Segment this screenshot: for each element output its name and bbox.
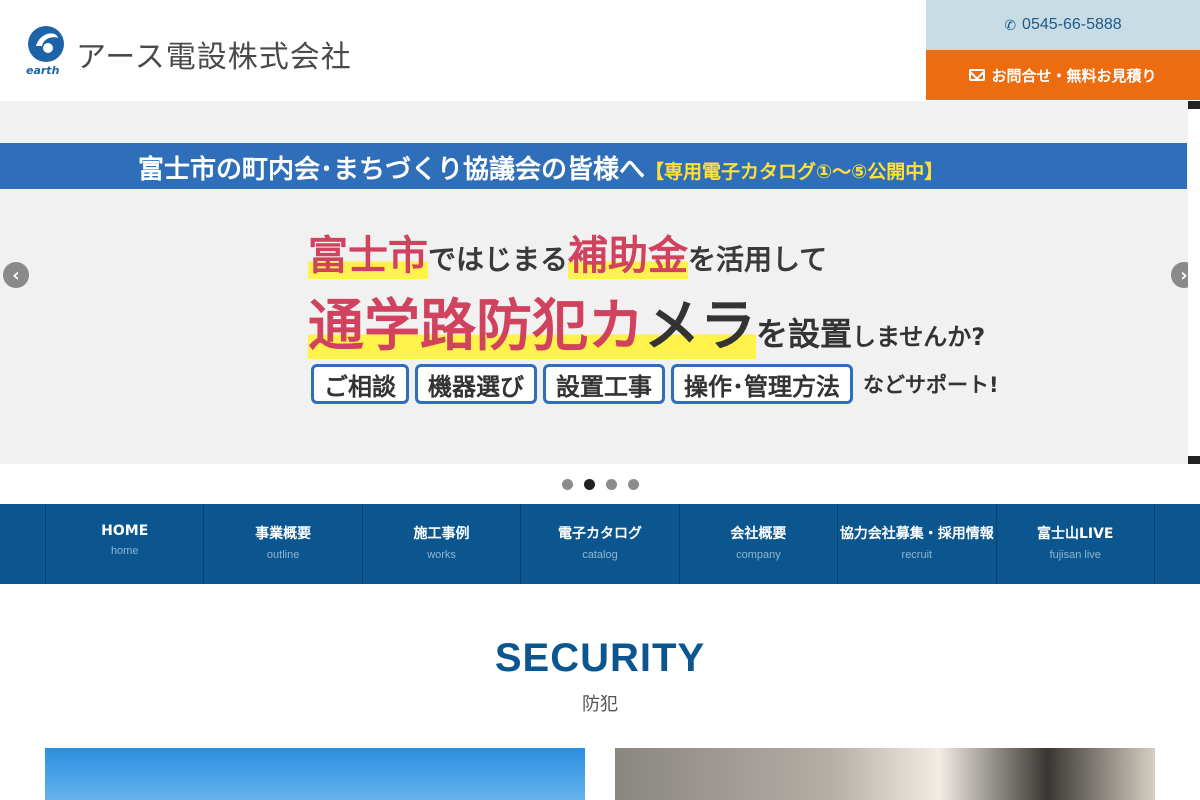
copy-secchi: を設置 bbox=[756, 315, 853, 353]
global-nav: HOME home 事業概要 outline 施工事例 works 電子カタログ… bbox=[0, 504, 1200, 584]
slider-prev-arrow-icon[interactable]: ‹ bbox=[3, 262, 29, 288]
nav-sub: works bbox=[427, 549, 456, 561]
nav-label: 協力会社募集・採用情報 bbox=[839, 526, 994, 542]
copy-ka: カ bbox=[588, 294, 644, 359]
band-highlight-text: 【専用電子カタログ①～⑤公開中】 bbox=[645, 161, 944, 183]
tag-equipment: 機器選び bbox=[415, 364, 537, 404]
site-header: earth アース電設株式会社 ✆ 0545-66-5888 お問合せ・無料お見… bbox=[0, 0, 1200, 101]
section-title: SECURITY bbox=[494, 636, 706, 680]
nav-item-catalog[interactable]: 電子カタログ catalog bbox=[520, 504, 678, 584]
nav-item-recruit[interactable]: 協力会社募集・採用情報 recruit bbox=[837, 504, 995, 584]
hero-slider[interactable]: 富士市の町内会･まちづくり協議会の皆様へ【専用電子カタログ①～⑤公開中】 富士市… bbox=[0, 101, 1200, 464]
nav-item-outline[interactable]: 事業概要 outline bbox=[203, 504, 361, 584]
slide-banner-text: 富士市の町内会･まちづくり協議会の皆様へ【専用電子カタログ①～⑤公開中】 bbox=[138, 149, 943, 186]
nav-item-company[interactable]: 会社概要 company bbox=[678, 504, 837, 584]
section-subtitle: 防犯 bbox=[582, 694, 618, 715]
envelope-icon bbox=[969, 69, 986, 81]
tag-installation: 設置工事 bbox=[543, 364, 665, 404]
copy-hajimaru: ではじまる bbox=[428, 243, 569, 276]
copy-school-route: 通学路 bbox=[308, 294, 476, 359]
nav-item-works[interactable]: 施工事例 works bbox=[361, 504, 520, 584]
slider-dot[interactable] bbox=[605, 479, 617, 490]
phone-link[interactable]: ✆ 0545-66-5888 bbox=[926, 0, 1200, 50]
company-name: アース電設株式会社 bbox=[76, 40, 352, 75]
nav-item-fujisan-live[interactable]: 富士山LIVE fujisan live bbox=[995, 504, 1155, 584]
nav-label: 会社概要 bbox=[730, 526, 787, 542]
copy-subsidy: 補助金 bbox=[568, 233, 689, 279]
slide-headline-2: 通学路防犯カメラを設置しませんか? bbox=[308, 281, 985, 362]
nav-item-home[interactable]: HOME home bbox=[45, 504, 203, 584]
nav-label: 電子カタログ bbox=[557, 526, 642, 542]
nav-sub: recruit bbox=[901, 549, 933, 561]
slider-dot[interactable] bbox=[627, 479, 639, 490]
nav-sub: outline bbox=[266, 549, 300, 561]
slide-banner-band: 富士市の町内会･まちづくり協議会の皆様へ【専用電子カタログ①～⑤公開中】 bbox=[0, 143, 1187, 189]
contact-label: お問合せ・無料お見積り bbox=[991, 66, 1157, 85]
nav-sub: fujisan live bbox=[1049, 549, 1101, 561]
nav-label: 施工事例 bbox=[413, 526, 470, 542]
tags-tail-text: などサポート! bbox=[863, 373, 999, 397]
support-tags: ご相談 機器選び 設置工事 操作･管理方法 などサポート! bbox=[311, 364, 999, 404]
copy-katsuyou: を活用して bbox=[688, 243, 828, 276]
nav-sub: company bbox=[736, 549, 781, 561]
slider-edge bbox=[1188, 101, 1200, 464]
nav-label: 事業概要 bbox=[255, 526, 312, 542]
copy-shimasenka: しませんか? bbox=[852, 323, 986, 351]
nav-sub: catalog bbox=[582, 549, 618, 561]
copy-fuji-city: 富士市 bbox=[308, 233, 428, 279]
band-main-text: 富士市の町内会･まちづくり協議会の皆様へ bbox=[138, 155, 646, 185]
contact-button[interactable]: お問合せ・無料お見積り bbox=[926, 50, 1200, 100]
security-card-image-2[interactable] bbox=[615, 748, 1155, 800]
slider-dot[interactable] bbox=[561, 479, 573, 490]
slider-pagination bbox=[0, 479, 1200, 490]
copy-crime-prevention: 防犯 bbox=[476, 294, 588, 359]
nav-sub: home bbox=[110, 545, 139, 557]
company-logo[interactable]: earth アース電設株式会社 bbox=[26, 24, 376, 80]
phone-number: 0545-66-5888 bbox=[1022, 16, 1122, 33]
slider-dot[interactable] bbox=[583, 479, 595, 490]
nav-label: HOME bbox=[101, 523, 149, 539]
slide-headline-1: 富士市ではじまる補助金を活用して bbox=[308, 223, 827, 281]
phone-icon: ✆ bbox=[1004, 16, 1017, 33]
copy-mera: メラ bbox=[644, 294, 756, 359]
tag-consultation: ご相談 bbox=[311, 364, 409, 404]
nav-label: 富士山LIVE bbox=[1036, 526, 1114, 542]
tag-operation: 操作･管理方法 bbox=[671, 364, 853, 404]
logo-sub-text: earth bbox=[26, 64, 60, 77]
security-card-image-1[interactable] bbox=[45, 748, 585, 800]
